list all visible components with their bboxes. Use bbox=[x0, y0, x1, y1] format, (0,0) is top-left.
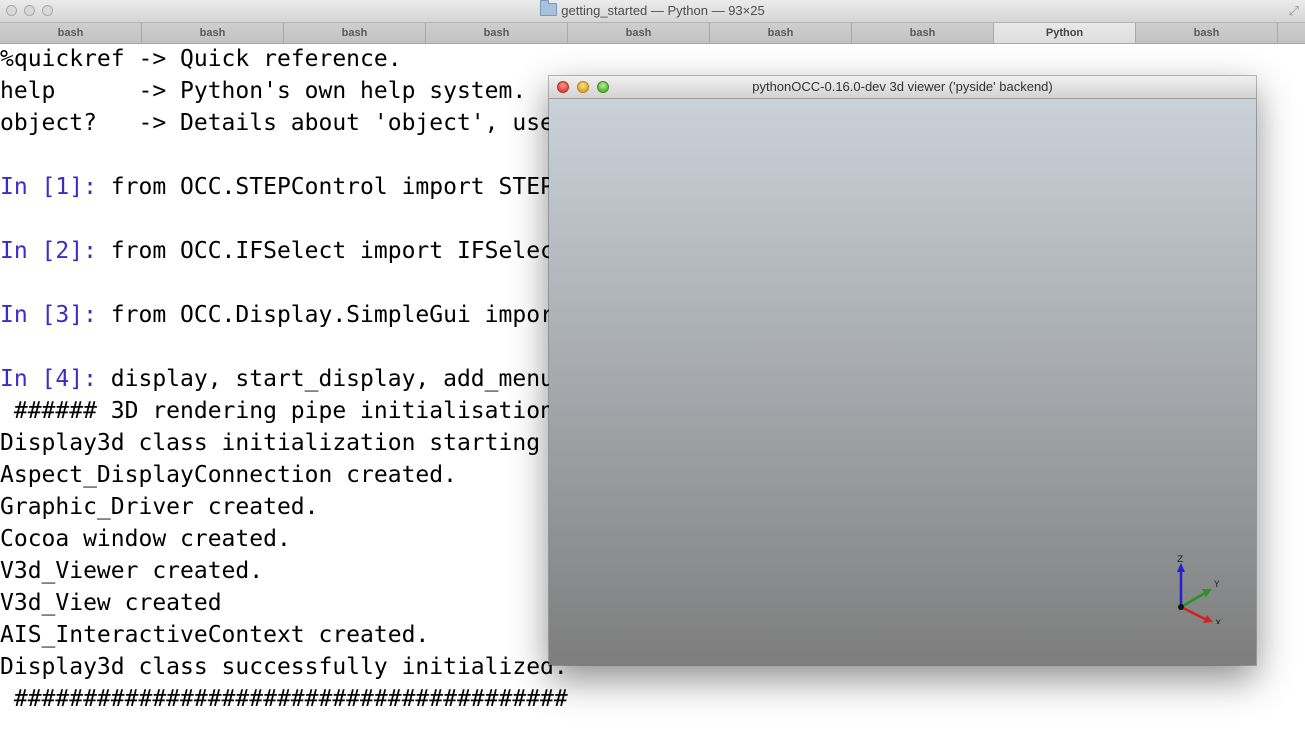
tab-bash[interactable]: bash bbox=[1136, 23, 1278, 43]
terminal-line-text: object? -> Details about 'object', use bbox=[0, 110, 554, 136]
terminal-line: Aspect_DisplayConnection created. bbox=[0, 459, 457, 491]
terminal-line-text: help -> Python's own help system. bbox=[0, 78, 527, 104]
tab-bash[interactable]: bash bbox=[142, 23, 284, 43]
ipython-prompt: In [2]: bbox=[0, 238, 111, 264]
terminal-line: help -> Python's own help system. bbox=[0, 75, 526, 107]
fullscreen-icon[interactable]: ⤢ bbox=[1289, 3, 1299, 19]
terminal-line: In [2]: from OCC.IFSelect import IFSelec bbox=[0, 235, 554, 267]
terminal-line: In [4]: display, start_display, add_menu bbox=[0, 363, 554, 395]
terminal-title: getting_started — Python — 93×25 bbox=[561, 3, 765, 18]
terminal-line-text: Display3d class initialization starting bbox=[0, 430, 541, 456]
terminal-line-text: Graphic_Driver created. bbox=[0, 494, 319, 520]
terminal-titlebar: getting_started — Python — 93×25 ⤢ bbox=[0, 0, 1305, 23]
terminal-line: In [3]: from OCC.Display.SimpleGui impor bbox=[0, 299, 554, 331]
y-axis-label: Y bbox=[1213, 580, 1220, 590]
3d-viewport[interactable]: Z Y X bbox=[549, 99, 1256, 665]
terminal-line-text: ###### 3D rendering pipe initialisation bbox=[0, 398, 554, 424]
tab-python[interactable]: Python bbox=[994, 23, 1136, 43]
tab-bash[interactable]: bash bbox=[426, 23, 568, 43]
ipython-prompt: In [4]: bbox=[0, 366, 111, 392]
folder-icon bbox=[540, 0, 558, 16]
viewer-title: pythonOCC-0.16.0-dev 3d viewer ('pyside'… bbox=[752, 79, 1053, 94]
ipython-prompt: In [3]: bbox=[0, 302, 111, 328]
tab-bar-filler bbox=[1278, 23, 1305, 43]
ipython-prompt: In [1]: bbox=[0, 174, 111, 200]
axis-triedron-icon: Z Y X bbox=[1177, 555, 1221, 624]
axis-origin bbox=[1178, 604, 1184, 610]
terminal-line: %quickref -> Quick reference. bbox=[0, 43, 402, 75]
tab-bash[interactable]: bash bbox=[568, 23, 710, 43]
x-axis-label: X bbox=[1215, 619, 1221, 624]
terminal-line-text: Cocoa window created. bbox=[0, 526, 291, 552]
terminal-line-text: AIS_InteractiveContext created. bbox=[0, 622, 430, 648]
z-axis-label: Z bbox=[1177, 555, 1183, 565]
terminal-line-text: ######################################## bbox=[0, 686, 568, 712]
terminal-line-text: Aspect_DisplayConnection created. bbox=[0, 462, 457, 488]
terminal-line: V3d_View created bbox=[0, 587, 222, 619]
terminal-line: AIS_InteractiveContext created. bbox=[0, 619, 429, 651]
terminal-tab-bar: bash bash bash bash bash bash bash Python bash bbox=[0, 23, 1305, 44]
terminal-line-text: Display3d class successfully initialized… bbox=[0, 654, 568, 680]
terminal-line: object? -> Details about 'object', use bbox=[0, 107, 554, 139]
tab-bash[interactable]: bash bbox=[710, 23, 852, 43]
terminal-line: V3d_Viewer created. bbox=[0, 555, 263, 587]
terminal-line: In [1]: from OCC.STEPControl import STEP bbox=[0, 171, 554, 203]
terminal-line-text: display, start_display, add_menu bbox=[110, 366, 554, 392]
x-axis-line bbox=[1180, 605, 1206, 621]
viewer-window: pythonOCC-0.16.0-dev 3d viewer ('pyside'… bbox=[549, 76, 1256, 665]
terminal-line: Graphic_Driver created. bbox=[0, 491, 319, 523]
tab-bash[interactable]: bash bbox=[284, 23, 426, 43]
tab-bash[interactable]: bash bbox=[852, 23, 994, 43]
viewer-titlebar[interactable]: pythonOCC-0.16.0-dev 3d viewer ('pyside'… bbox=[549, 76, 1256, 99]
terminal-line-text: V3d_View created bbox=[0, 590, 222, 616]
terminal-line: Cocoa window created. bbox=[0, 523, 291, 555]
tab-bash[interactable]: bash bbox=[0, 23, 142, 43]
terminal-title-area: getting_started — Python — 93×25 bbox=[0, 0, 1305, 22]
terminal-line: Display3d class initialization starting bbox=[0, 427, 540, 459]
terminal-line-text: from OCC.IFSelect import IFSelec bbox=[110, 238, 554, 264]
terminal-line-text: from OCC.Display.SimpleGui impor bbox=[110, 302, 554, 328]
terminal-line: Display3d class successfully initialized… bbox=[0, 651, 568, 683]
y-axis-line bbox=[1180, 591, 1206, 609]
terminal-line: ###### 3D rendering pipe initialisation bbox=[0, 395, 554, 427]
terminal-line-text: V3d_Viewer created. bbox=[0, 558, 264, 584]
terminal-line: ######################################## bbox=[0, 683, 568, 715]
terminal-line-text: %quickref -> Quick reference. bbox=[0, 46, 402, 72]
terminal-line-text: from OCC.STEPControl import STEP bbox=[110, 174, 554, 200]
